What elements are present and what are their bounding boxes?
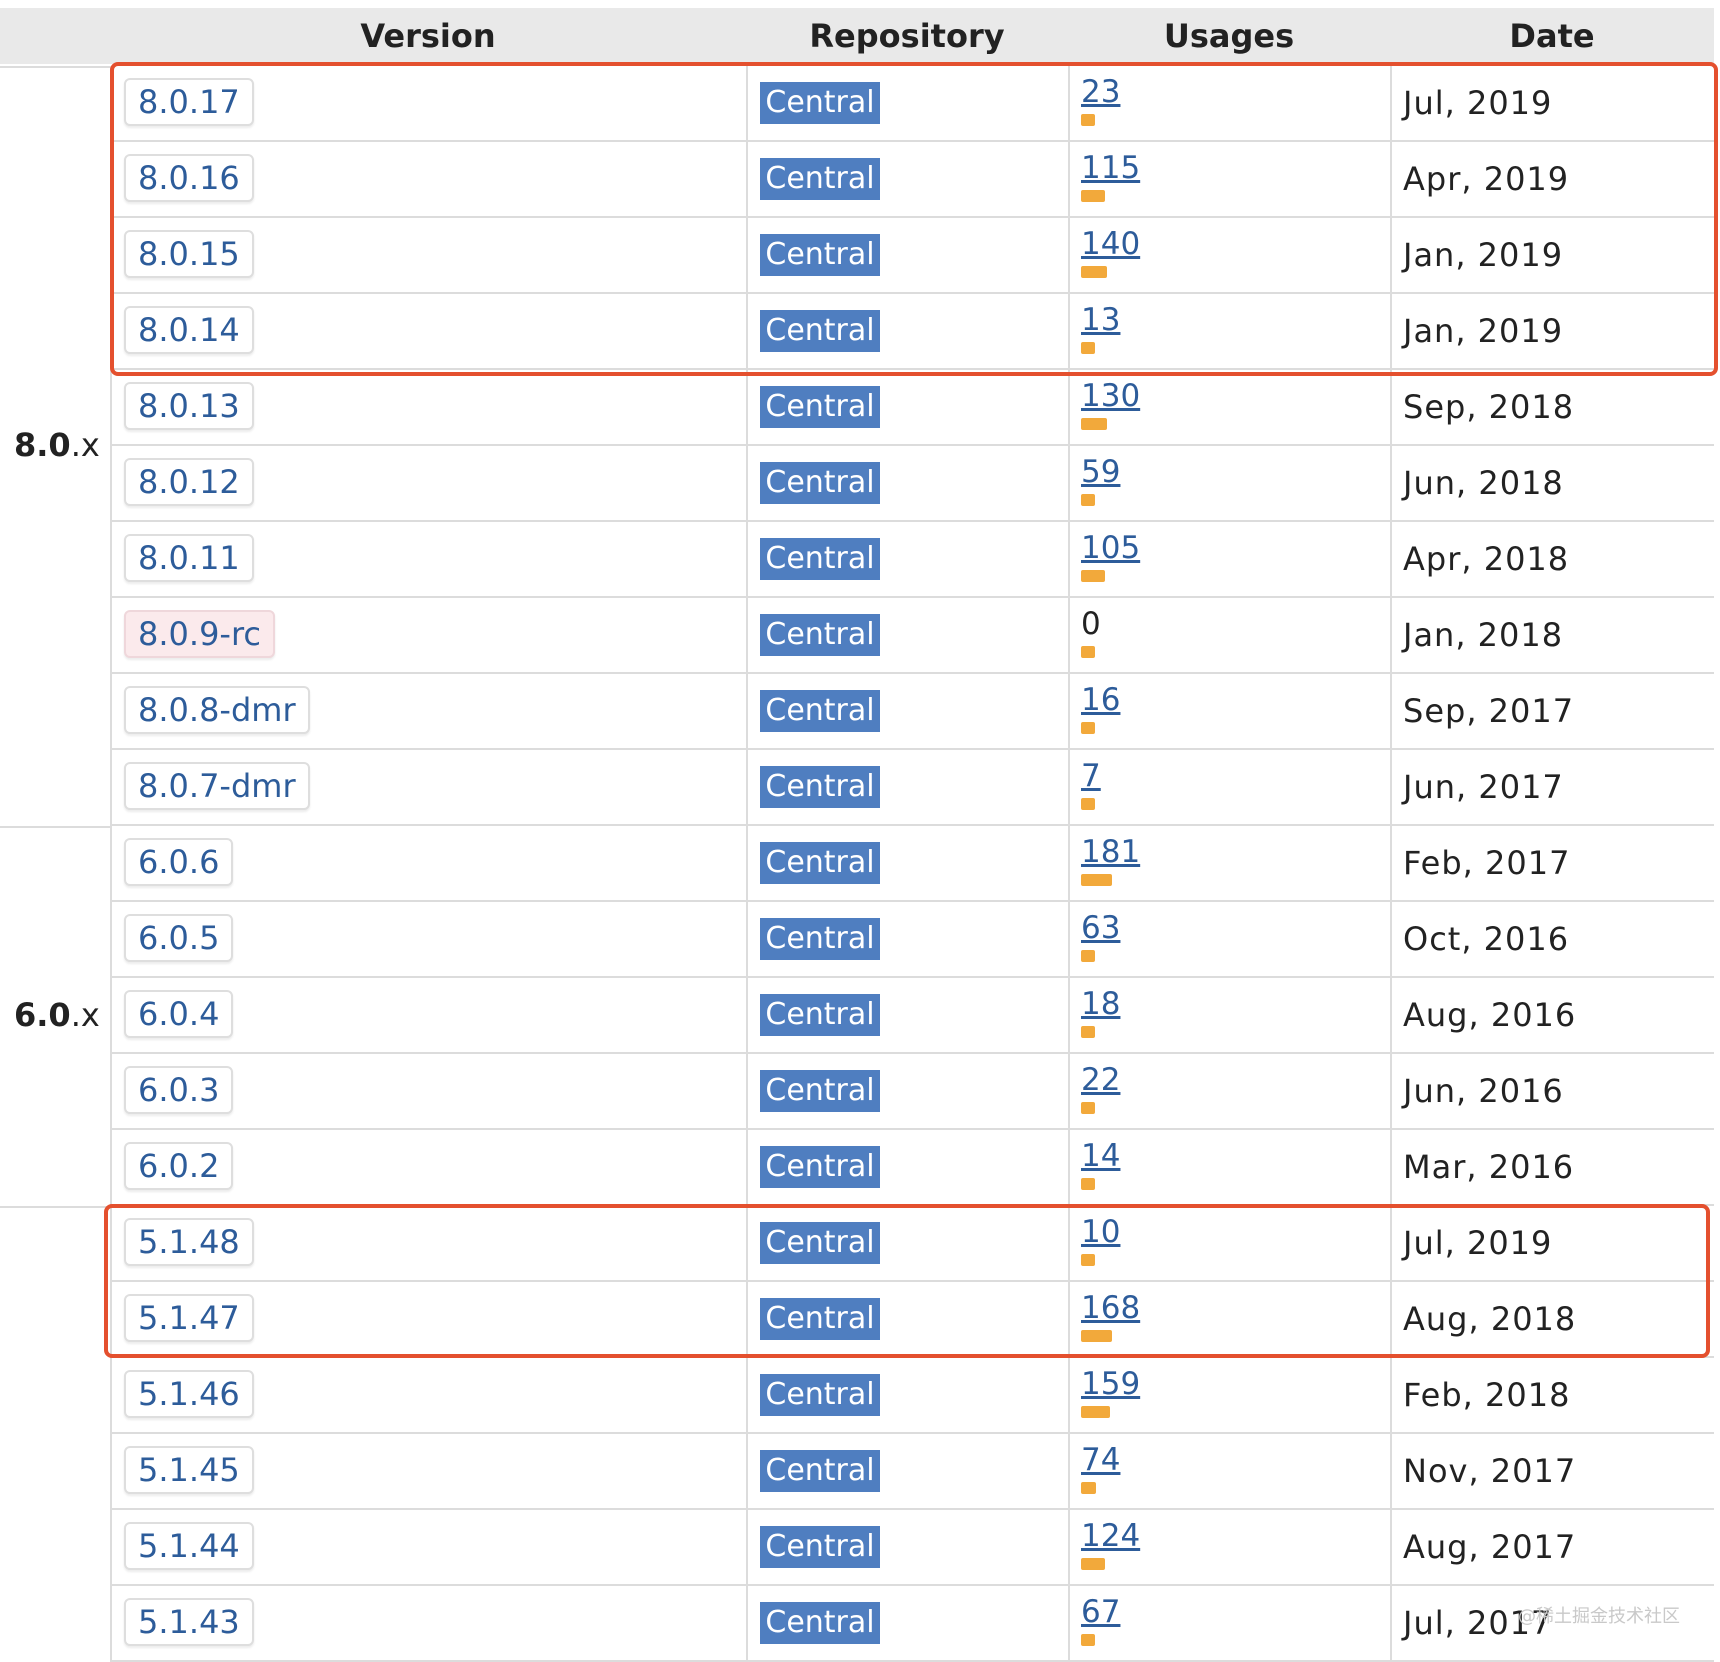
- table-row: 8.0.11 Central 105 Apr, 2018: [0, 522, 1714, 598]
- usage-bar: [1081, 1482, 1096, 1494]
- usage-bar: [1081, 494, 1095, 506]
- table-row: 8.0.8-dmr Central 16 Sep, 2017: [0, 674, 1714, 750]
- repository-badge[interactable]: Central: [760, 614, 880, 656]
- release-date: Sep, 2018: [1403, 388, 1575, 426]
- highlight-box-8-0-latest: [110, 62, 1718, 376]
- repository-badge[interactable]: Central: [760, 1374, 880, 1416]
- repository-badge[interactable]: Central: [760, 386, 880, 428]
- repository-badge[interactable]: Central: [760, 1526, 880, 1568]
- table-row: 5.1.44 Central 124 Aug, 2017: [0, 1510, 1714, 1586]
- table-row: 8.0.7-dmr Central 7 Jun, 2017: [0, 750, 1714, 826]
- repository-badge[interactable]: Central: [760, 462, 880, 504]
- usage-bar: [1081, 570, 1105, 582]
- usages-link: 0: [1081, 606, 1101, 642]
- release-date: Jun, 2016: [1403, 1072, 1564, 1110]
- release-date: Jan, 2018: [1403, 616, 1564, 654]
- repository-badge[interactable]: Central: [760, 690, 880, 732]
- group-label-8-0: 8.0.x: [14, 426, 100, 464]
- table-row: 8.0.13 Central 130 Sep, 2018: [0, 370, 1714, 446]
- release-date: Sep, 2017: [1403, 692, 1575, 730]
- release-date: Aug, 2016: [1403, 996, 1577, 1034]
- release-date: Oct, 2016: [1403, 920, 1570, 958]
- usage-bar: [1081, 950, 1095, 962]
- usage-bar: [1081, 646, 1095, 658]
- usages-link[interactable]: 105: [1081, 528, 1140, 568]
- versions-table: Version Repository Usages Date 8.0.17 Cen…: [0, 0, 1720, 1662]
- version-link[interactable]: 5.1.44: [124, 1522, 254, 1570]
- usage-bar: [1081, 722, 1095, 734]
- version-link[interactable]: 8.0.8-dmr: [124, 686, 310, 734]
- usage-bar: [1081, 1178, 1095, 1190]
- repository-badge[interactable]: Central: [760, 1602, 880, 1644]
- repository-badge[interactable]: Central: [760, 1450, 880, 1492]
- repository-badge[interactable]: Central: [760, 918, 880, 960]
- usages-link[interactable]: 63: [1081, 908, 1120, 948]
- version-link[interactable]: 5.1.46: [124, 1370, 254, 1418]
- table-row: 6.0.2 Central 14 Mar, 2016: [0, 1130, 1714, 1206]
- usage-bar: [1081, 1102, 1095, 1114]
- version-link[interactable]: 6.0.2: [124, 1142, 234, 1190]
- repository-badge[interactable]: Central: [760, 842, 880, 884]
- usages-link[interactable]: 124: [1081, 1516, 1140, 1556]
- release-date: Apr, 2018: [1403, 540, 1570, 578]
- table-row: 6.0.3 Central 22 Jun, 2016: [0, 1054, 1714, 1130]
- version-link[interactable]: 6.0.4: [124, 990, 234, 1038]
- usages-link[interactable]: 59: [1081, 452, 1120, 492]
- release-date: Nov, 2017: [1403, 1452, 1577, 1490]
- usages-column-header[interactable]: Usages: [1068, 8, 1390, 64]
- version-link[interactable]: 8.0.9-rc: [124, 610, 276, 658]
- usages-link[interactable]: 7: [1081, 756, 1101, 796]
- release-date: Jun, 2017: [1403, 768, 1564, 806]
- group-label-6-0: 6.0.x: [14, 996, 100, 1034]
- usage-bar: [1081, 798, 1095, 810]
- release-date: Feb, 2017: [1403, 844, 1571, 882]
- version-column-header[interactable]: Version: [110, 8, 746, 64]
- usages-link[interactable]: 22: [1081, 1060, 1120, 1100]
- date-column-header[interactable]: Date: [1390, 8, 1714, 64]
- table-row: 5.1.46 Central 159 Feb, 2018: [0, 1358, 1714, 1434]
- usages-link[interactable]: 18: [1081, 984, 1120, 1024]
- table-row: 8.0.9-rc Central 0 Jan, 2018: [0, 598, 1714, 674]
- usage-bar: [1081, 418, 1107, 430]
- release-date: Mar, 2016: [1403, 1148, 1575, 1186]
- usage-bar: [1081, 1406, 1110, 1418]
- highlight-box-5-1-latest: [104, 1204, 1710, 1358]
- version-link[interactable]: 8.0.11: [124, 534, 254, 582]
- release-date: Feb, 2018: [1403, 1376, 1571, 1414]
- table-row: 6.0.6 Central 181 Feb, 2017: [0, 826, 1714, 902]
- usage-bar: [1081, 1558, 1105, 1570]
- version-link[interactable]: 8.0.12: [124, 458, 254, 506]
- usages-link[interactable]: 14: [1081, 1136, 1120, 1176]
- repository-column-header[interactable]: Repository: [746, 8, 1068, 64]
- table-row: 8.0.12 Central 59 Jun, 2018: [0, 446, 1714, 522]
- usages-link[interactable]: 16: [1081, 680, 1120, 720]
- version-link[interactable]: 6.0.5: [124, 914, 234, 962]
- usages-link[interactable]: 159: [1081, 1364, 1140, 1404]
- usages-link[interactable]: 67: [1081, 1592, 1120, 1632]
- usage-bar: [1081, 874, 1112, 886]
- usages-link[interactable]: 181: [1081, 832, 1140, 872]
- repository-badge[interactable]: Central: [760, 538, 880, 580]
- version-link[interactable]: 8.0.7-dmr: [124, 762, 310, 810]
- version-link[interactable]: 8.0.13: [124, 382, 254, 430]
- release-date: Aug, 2017: [1403, 1528, 1577, 1566]
- version-link[interactable]: 5.1.45: [124, 1446, 254, 1494]
- table-row: 5.1.43 Central 67 Jul, 2017: [0, 1586, 1714, 1662]
- usages-link[interactable]: 130: [1081, 376, 1140, 416]
- watermark: @稀土掘金技术社区: [1518, 1606, 1680, 1627]
- release-date: Jun, 2018: [1403, 464, 1564, 502]
- repository-badge[interactable]: Central: [760, 1146, 880, 1188]
- version-link[interactable]: 5.1.43: [124, 1598, 254, 1646]
- usage-bar: [1081, 1634, 1095, 1646]
- usage-bar: [1081, 1026, 1095, 1038]
- version-link[interactable]: 6.0.3: [124, 1066, 234, 1114]
- repository-badge[interactable]: Central: [760, 994, 880, 1036]
- repository-badge[interactable]: Central: [760, 766, 880, 808]
- version-link[interactable]: 6.0.6: [124, 838, 234, 886]
- repository-badge[interactable]: Central: [760, 1070, 880, 1112]
- table-row: 6.0.5 Central 63 Oct, 2016: [0, 902, 1714, 978]
- table-row: 6.0.4 Central 18 Aug, 2016: [0, 978, 1714, 1054]
- table-row: 5.1.45 Central 74 Nov, 2017: [0, 1434, 1714, 1510]
- usages-link[interactable]: 74: [1081, 1440, 1120, 1480]
